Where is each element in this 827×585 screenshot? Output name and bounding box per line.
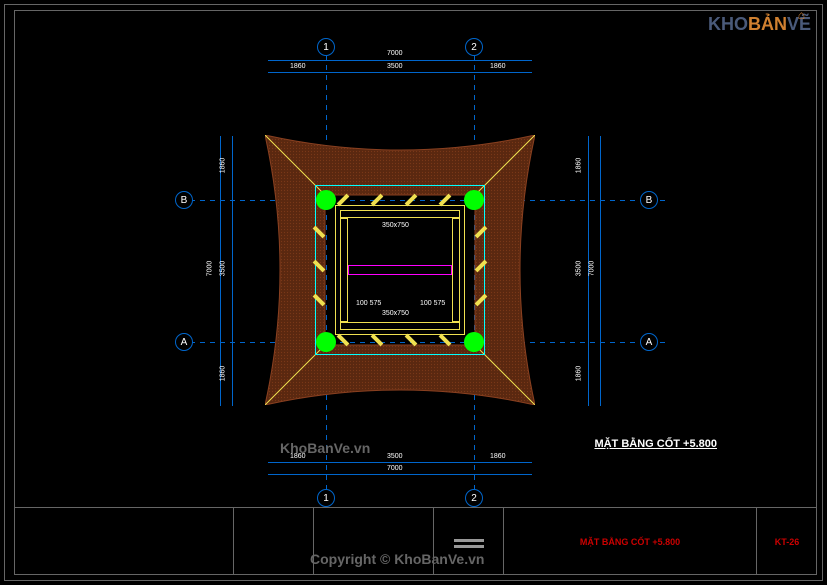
tb-col-sheet-title: MẶT BẰNG CỐT +5.800 <box>504 508 757 575</box>
dim-top-total-text: 7000 <box>387 50 403 57</box>
span-label: 100 575 <box>356 300 381 307</box>
dim-bseg1: 1860 <box>290 453 306 460</box>
dim-bseg3: 1860 <box>490 453 506 460</box>
hatch-legend-icon <box>454 536 484 548</box>
logo-ban: BẢN <box>748 14 787 34</box>
drawing-canvas: 1 2 1 2 B A B A <box>140 40 660 500</box>
dim-right-total-text: 7000 <box>588 261 595 277</box>
logo: ⌂ KHOBẢNVẼ <box>708 14 811 35</box>
drawing-title: MẶT BẰNG CỐT +5.800 <box>594 438 717 450</box>
dim-top-total <box>268 60 532 61</box>
sheet-title-text: MẶT BẰNG CỐT +5.800 <box>580 537 680 547</box>
dim-left-total-text: 7000 <box>206 261 213 277</box>
beam-bottom <box>340 322 460 330</box>
grid-bubble-1-top: 1 <box>317 38 335 56</box>
dim-seg1: 1860 <box>290 63 306 70</box>
tb-col-revisions <box>14 508 234 575</box>
dim-lseg1: 1860 <box>219 158 226 174</box>
dim-left-segs <box>232 136 233 406</box>
beam-label2: 350x750 <box>382 310 409 317</box>
tb-col-legend <box>434 508 504 575</box>
dim-rseg3: 1860 <box>575 366 582 382</box>
column-a2 <box>464 332 484 352</box>
dim-top-segs <box>268 72 532 73</box>
dim-right-total <box>600 136 601 406</box>
column-b2 <box>464 190 484 210</box>
dim-rseg1: 1860 <box>575 158 582 174</box>
span-label2: 100 575 <box>420 300 445 307</box>
grid-bubble-a-left: A <box>175 333 193 351</box>
beam-top <box>340 210 460 218</box>
tb-col-owner <box>234 508 314 575</box>
dim-lseg2: 3500 <box>219 261 226 277</box>
beam-mid-h <box>348 265 452 275</box>
beam-left <box>340 218 348 322</box>
grid-bubble-2-top: 2 <box>465 38 483 56</box>
dim-bot-segs <box>268 462 532 463</box>
tb-col-project <box>314 508 434 575</box>
dim-bot-total-text: 7000 <box>387 465 403 472</box>
grid-bubble-b-left: B <box>175 191 193 209</box>
dim-bot-total <box>268 474 532 475</box>
sheet-no-text: KT-26 <box>775 537 800 547</box>
dim-rseg2: 3500 <box>575 261 582 277</box>
grid-bubble-b-right: B <box>640 191 658 209</box>
column-b1 <box>316 190 336 210</box>
dim-bseg2: 3500 <box>387 453 403 460</box>
title-block: MẶT BẰNG CỐT +5.800 KT-26 <box>14 507 817 575</box>
grid-bubble-a-right: A <box>640 333 658 351</box>
column-a1 <box>316 332 336 352</box>
grid-bubble-1-bottom: 1 <box>317 489 335 507</box>
logo-kho: KHO <box>708 14 748 34</box>
logo-roof-icon: ⌂ <box>798 8 805 22</box>
beam-label: 350x750 <box>382 222 409 229</box>
beam-right <box>452 218 460 322</box>
tb-col-sheet-no: KT-26 <box>757 508 817 575</box>
grid-bubble-2-bottom: 2 <box>465 489 483 507</box>
dim-seg3: 1860 <box>490 63 506 70</box>
dim-lseg3: 1860 <box>219 366 226 382</box>
dim-seg2: 3500 <box>387 63 403 70</box>
